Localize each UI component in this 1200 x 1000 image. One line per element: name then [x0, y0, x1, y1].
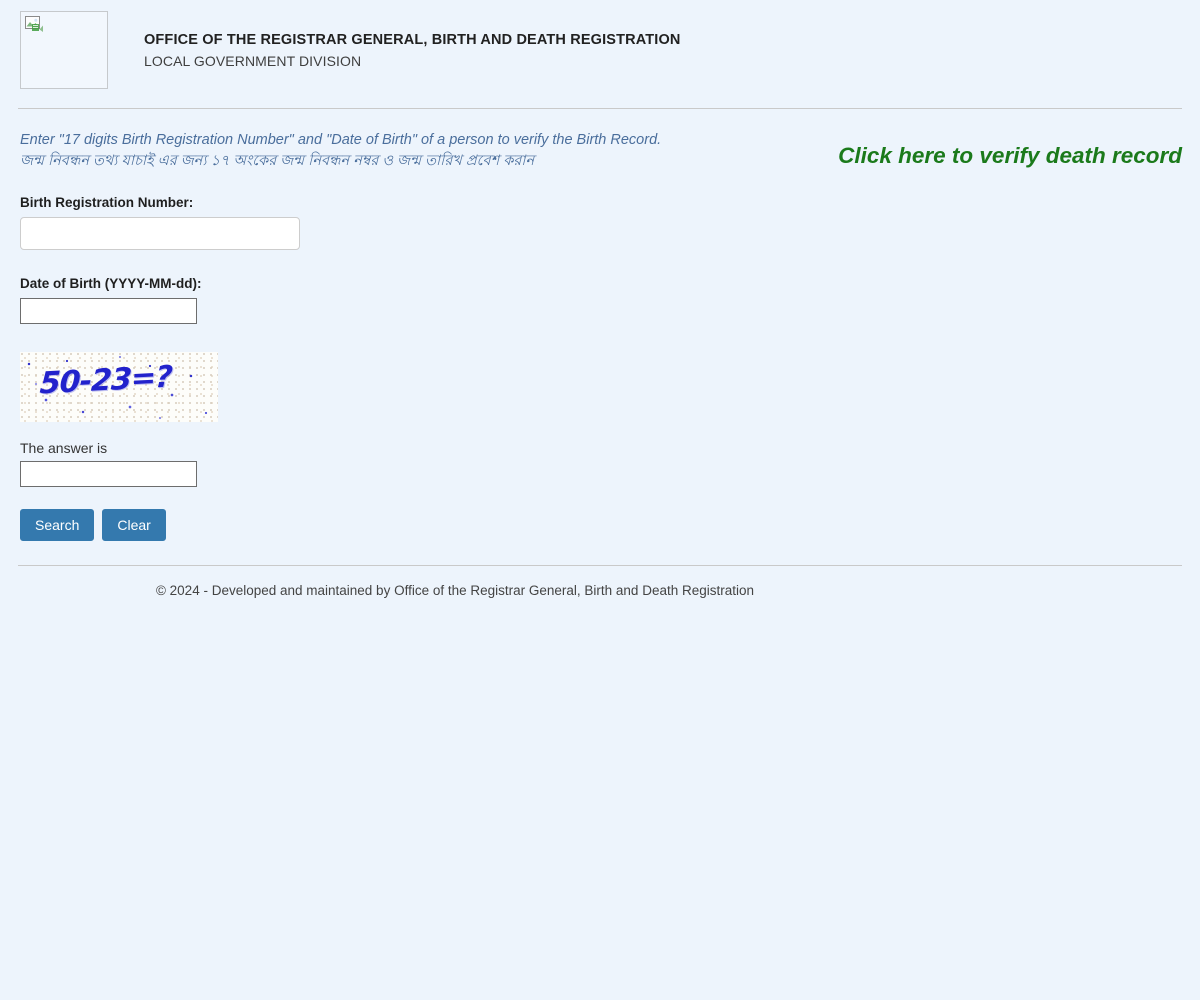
date-of-birth-input[interactable] — [20, 298, 197, 324]
verify-death-record-link[interactable]: Click here to verify death record — [838, 143, 1182, 169]
broken-image-icon — [25, 16, 43, 32]
logo-placeholder-box — [20, 11, 108, 89]
form-actions: Search Clear — [20, 509, 1180, 541]
clear-button[interactable]: Clear — [102, 509, 166, 541]
site-header: OFFICE OF THE REGISTRAR GENERAL, BIRTH A… — [0, 0, 1200, 100]
brn-label: Birth Registration Number: — [20, 195, 194, 210]
page-container: OFFICE OF THE REGISTRAR GENERAL, BIRTH A… — [0, 0, 1200, 600]
intro-row: Enter "17 digits Birth Registration Numb… — [0, 109, 1200, 177]
birth-registration-number-input[interactable] — [20, 217, 300, 250]
captcha-question-text: 50-23=? — [38, 359, 173, 402]
captcha-answer-label: The answer is — [20, 440, 108, 456]
search-button[interactable]: Search — [20, 509, 95, 541]
header-text-block: OFFICE OF THE REGISTRAR GENERAL, BIRTH A… — [144, 31, 681, 71]
footer-copyright: © 2024 - Developed and maintained by Off… — [155, 583, 755, 598]
verification-form: Birth Registration Number: Date of Birth… — [0, 177, 1200, 541]
dob-label: Date of Birth (YYYY-MM-dd): — [20, 276, 202, 291]
captcha-answer-input[interactable] — [20, 461, 197, 487]
page-subtitle: LOCAL GOVERNMENT DIVISION — [144, 53, 362, 69]
captcha-image: 50-23=? — [20, 352, 218, 422]
page-title: OFFICE OF THE REGISTRAR GENERAL, BIRTH A… — [144, 32, 681, 48]
captcha-image-wrapper: 50-23=? — [20, 352, 218, 422]
